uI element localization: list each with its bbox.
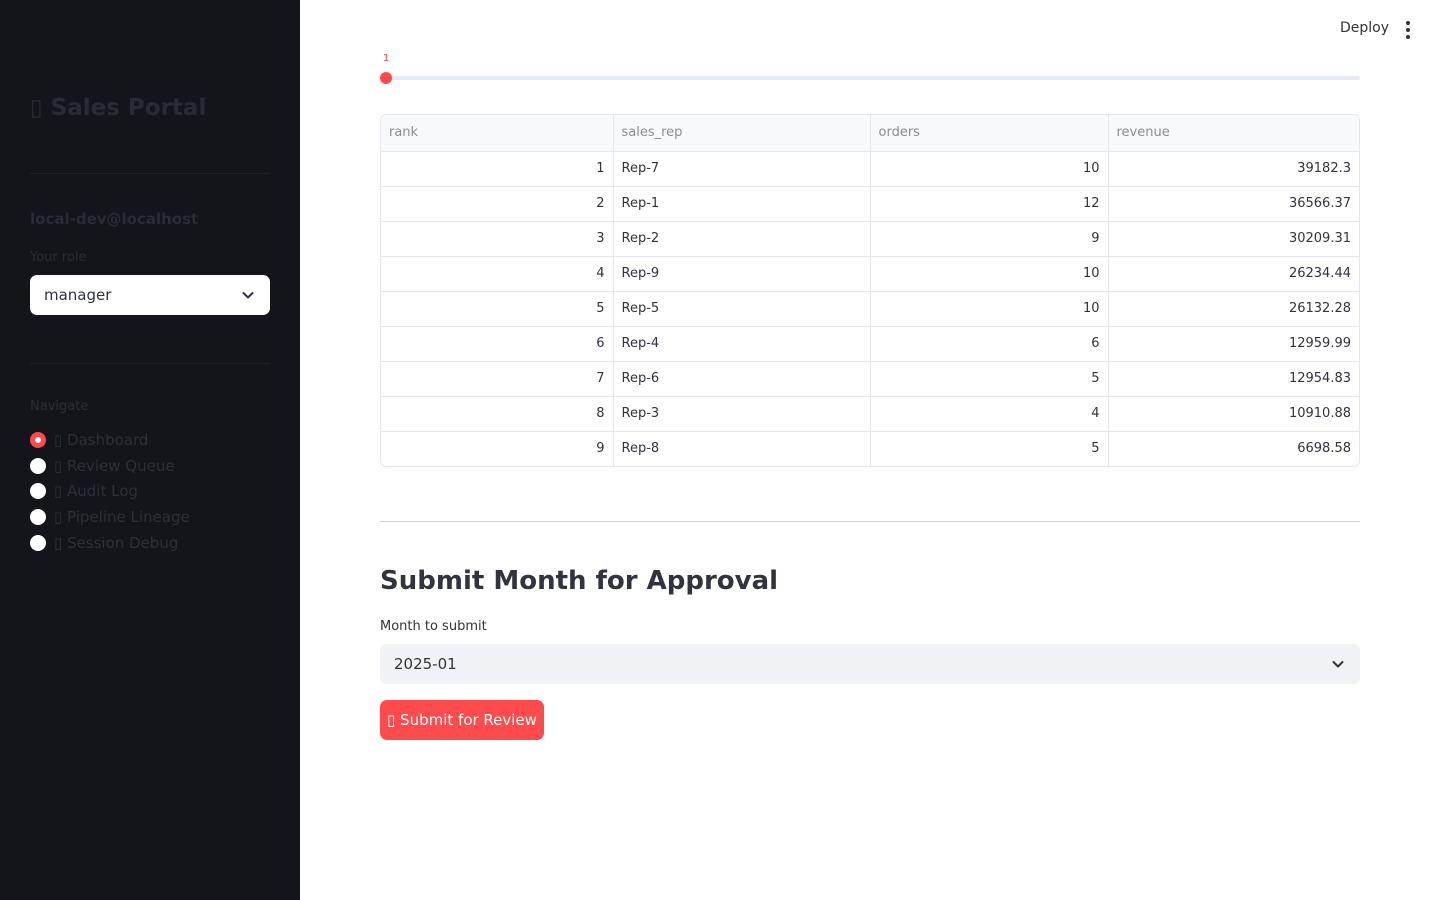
kebab-menu-icon[interactable]	[1399, 19, 1417, 41]
table-cell[interactable]: Rep-3	[613, 396, 871, 432]
nav-item-session-debug[interactable]: ▯ Session Debug	[30, 530, 190, 556]
table-cell[interactable]: 30209.31	[1108, 221, 1359, 257]
radio-selected-icon[interactable]	[30, 431, 46, 448]
table-row: 1 Rep-7 10 39182.3	[381, 151, 1359, 187]
deploy-button[interactable]: Deploy	[1340, 20, 1389, 36]
table-cell[interactable]: 9	[381, 431, 614, 466]
table-cell[interactable]: 4	[870, 396, 1109, 432]
table-cell[interactable]: 12954.83	[1108, 361, 1359, 397]
section-title: Submit Month for Approval	[380, 566, 779, 596]
nav-item-label: ▯ Review Queue	[54, 456, 175, 475]
sidebar: ▯ Sales Portal local-dev@localhost Your …	[0, 0, 300, 900]
app-title: ▯ Sales Portal	[30, 95, 207, 121]
table-cell[interactable]: 10	[870, 151, 1109, 187]
submit-for-review-button[interactable]: ▯ Submit for Review	[380, 700, 544, 740]
table-cell[interactable]: 1	[381, 151, 614, 187]
leaderboard-table: rank sales_rep orders revenue 1 Rep-7 10…	[380, 114, 1360, 467]
role-label: Your role	[30, 250, 87, 265]
nav-item-label: ▯ Dashboard	[54, 430, 149, 449]
table-row: 8 Rep-3 4 10910.88	[381, 396, 1359, 432]
table-cell[interactable]: Rep-7	[613, 151, 871, 187]
table-cell[interactable]: Rep-4	[613, 326, 871, 362]
table-header-row: rank sales_rep orders revenue	[381, 115, 1359, 152]
nav-item-dashboard[interactable]: ▯ Dashboard	[30, 427, 190, 453]
nav-item-audit-log[interactable]: ▯ Audit Log	[30, 479, 190, 505]
sidebar-divider	[30, 173, 270, 174]
table-cell[interactable]: Rep-5	[613, 291, 871, 327]
table-cell[interactable]: 6	[381, 326, 614, 362]
table-cell[interactable]: Rep-9	[613, 256, 871, 292]
table-cell[interactable]: 6	[870, 326, 1109, 362]
radio-icon[interactable]	[30, 457, 46, 474]
user-email: local-dev@localhost	[30, 210, 199, 228]
column-header[interactable]: rank	[381, 115, 614, 152]
nav-radio-group: ▯ Dashboard ▯ Review Queue ▯ Audit Log ▯…	[30, 427, 190, 556]
month-select-value: 2025-01	[394, 655, 457, 673]
nav-item-pipeline-lineage[interactable]: ▯ Pipeline Lineage	[30, 504, 190, 530]
chevron-down-icon	[1332, 661, 1344, 668]
table-row: 5 Rep-5 10 26132.28	[381, 291, 1359, 327]
table-cell[interactable]: 6698.58	[1108, 431, 1359, 466]
slider-thumb[interactable]	[380, 72, 392, 84]
table-cell[interactable]: Rep-2	[613, 221, 871, 257]
column-header[interactable]: revenue	[1108, 115, 1359, 152]
table-row: 7 Rep-6 5 12954.83	[381, 361, 1359, 397]
table-row: 9 Rep-8 5 6698.58	[381, 431, 1359, 466]
role-select[interactable]: manager	[30, 275, 270, 315]
nav-item-label: ▯ Audit Log	[54, 482, 138, 501]
radio-icon[interactable]	[30, 509, 46, 526]
slider-value: 1	[383, 54, 390, 62]
table-cell[interactable]: 3	[381, 221, 614, 257]
nav-label: Navigate	[30, 399, 89, 414]
table-cell[interactable]: 9	[870, 221, 1109, 257]
month-select[interactable]: 2025-01	[380, 644, 1360, 684]
table-cell[interactable]: 10910.88	[1108, 396, 1359, 432]
table-cell[interactable]: 5	[381, 291, 614, 327]
table-cell[interactable]: 12959.99	[1108, 326, 1359, 362]
table-cell[interactable]: 8	[381, 396, 614, 432]
chevron-down-icon	[242, 292, 254, 299]
nav-item-review-queue[interactable]: ▯ Review Queue	[30, 453, 190, 479]
slider-track[interactable]	[386, 76, 1360, 80]
nav-item-label: ▯ Session Debug	[54, 533, 179, 552]
table-cell[interactable]: Rep-8	[613, 431, 871, 466]
table-cell[interactable]: 2	[381, 186, 614, 222]
column-header[interactable]: orders	[870, 115, 1109, 152]
table-cell[interactable]: 10	[870, 291, 1109, 327]
table-cell[interactable]: 7	[381, 361, 614, 397]
table-cell[interactable]: 10	[870, 256, 1109, 292]
radio-icon[interactable]	[30, 534, 46, 551]
table-cell[interactable]: 36566.37	[1108, 186, 1359, 222]
table-cell[interactable]: 26132.28	[1108, 291, 1359, 327]
table-cell[interactable]: 26234.44	[1108, 256, 1359, 292]
month-label: Month to submit	[380, 619, 487, 634]
table-cell[interactable]: 39182.3	[1108, 151, 1359, 187]
table-row: 3 Rep-2 9 30209.31	[381, 221, 1359, 257]
table-row: 6 Rep-4 6 12959.99	[381, 326, 1359, 362]
table-cell[interactable]: Rep-6	[613, 361, 871, 397]
table-cell[interactable]: Rep-1	[613, 186, 871, 222]
radio-icon[interactable]	[30, 483, 46, 500]
table-row: 4 Rep-9 10 26234.44	[381, 256, 1359, 292]
table-cell[interactable]: 4	[381, 256, 614, 292]
column-header[interactable]: sales_rep	[613, 115, 871, 152]
table-row: 2 Rep-1 12 36566.37	[381, 186, 1359, 222]
role-select-value: manager	[44, 286, 112, 304]
table-cell[interactable]: 12	[870, 186, 1109, 222]
table-cell[interactable]: 5	[870, 361, 1109, 397]
table-cell[interactable]: 5	[870, 431, 1109, 466]
nav-item-label: ▯ Pipeline Lineage	[54, 508, 190, 527]
sidebar-divider	[30, 363, 270, 364]
section-divider	[380, 521, 1360, 522]
